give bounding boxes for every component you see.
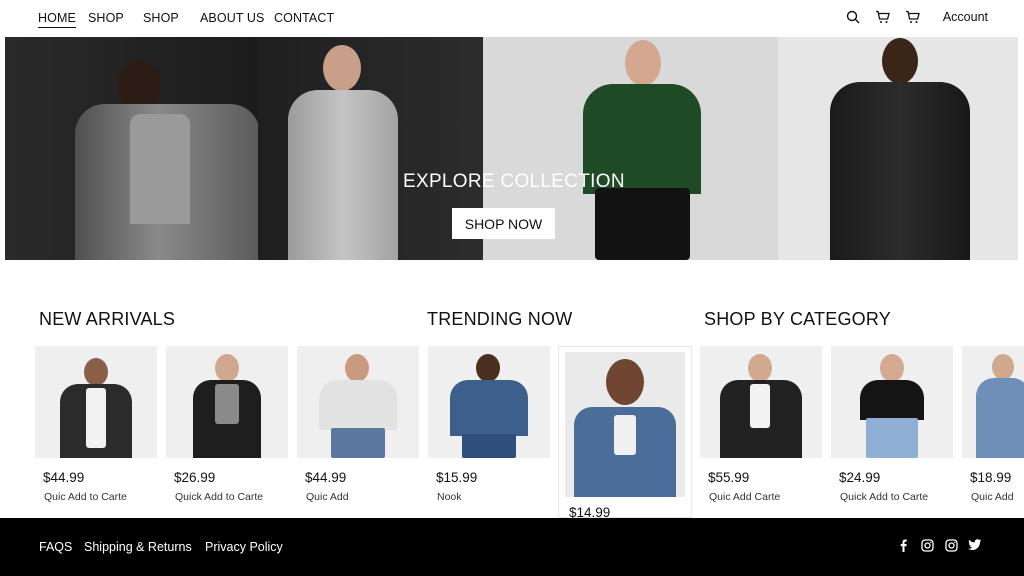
product-card[interactable]: $55.99 Quic Add Carte (700, 346, 822, 516)
quick-add-link[interactable]: Quic Add to Carte (44, 491, 127, 503)
product-card[interactable]: $15.99 Nook (428, 346, 550, 516)
product-price: $26.99 (174, 470, 216, 485)
quick-add-link[interactable]: Nook (437, 491, 462, 503)
nav-about-link[interactable]: ABOUT US (200, 11, 264, 25)
footer-shipping-link[interactable]: Shipping & Returns (84, 540, 192, 554)
nav-contact-link[interactable]: CONTACT (274, 11, 334, 25)
quick-add-link[interactable]: Quic Add (971, 491, 1014, 503)
instagram-icon[interactable] (944, 538, 958, 552)
quick-add-link[interactable]: Quic Add (306, 491, 349, 503)
product-price: $18.99 (970, 470, 1012, 485)
shop-now-button[interactable]: SHOP NOW (452, 208, 555, 239)
hero-banner: EXPLORE COLLECTION SHOP NOW (5, 37, 1018, 260)
trending-now-heading: TRENDING NOW (427, 309, 573, 329)
new-arrivals-heading: NEW ARRIVALS (39, 309, 176, 329)
quick-add-link[interactable]: Quick Add to Carte (840, 491, 928, 503)
product-price: $44.99 (43, 470, 85, 485)
instagram-icon[interactable] (920, 538, 934, 552)
cart-icon[interactable] (875, 9, 891, 25)
product-image (428, 346, 550, 458)
quick-add-link[interactable]: Quick Add to Carte (175, 491, 263, 503)
header-tools: Account (845, 9, 988, 25)
product-image (700, 346, 822, 458)
footer: FAQS Shipping & Returns Privacy Policy (0, 518, 1024, 576)
product-price: $24.99 (839, 470, 881, 485)
product-card[interactable]: $26.99 Quick Add to Carte (166, 346, 288, 516)
product-card[interactable]: $24.99 Quick Add to Carte (831, 346, 953, 516)
bag-icon[interactable] (905, 9, 921, 25)
nav-shop-link-2[interactable]: SHOP (143, 11, 179, 25)
footer-faqs-link[interactable]: FAQS (39, 540, 72, 554)
facebook-icon[interactable] (896, 538, 910, 552)
product-image (962, 346, 1024, 458)
hero-image-model-4 (778, 37, 1018, 260)
hero-title: EXPLORE COLLECTION (403, 171, 625, 192)
search-icon[interactable] (845, 9, 861, 25)
product-card[interactable]: $44.99 Quic Add to Carte (35, 346, 157, 516)
product-image (565, 352, 685, 497)
hero-image-model-2 (258, 37, 483, 260)
product-price: $15.99 (436, 470, 478, 485)
footer-privacy-link[interactable]: Privacy Policy (205, 540, 283, 554)
product-price: $55.99 (708, 470, 750, 485)
product-card[interactable]: $44.99 Quic Add (297, 346, 419, 516)
featured-product-card[interactable]: $14.99 (558, 346, 692, 520)
hero-image-model-1 (5, 37, 258, 260)
product-image (35, 346, 157, 458)
product-image (297, 346, 419, 458)
shop-by-category-heading: SHOP BY CATEGORY (704, 309, 891, 329)
social-links (896, 538, 982, 552)
product-image (166, 346, 288, 458)
nav-shop-link[interactable]: SHOP (88, 11, 124, 25)
nav-home-link[interactable]: HOME (38, 11, 76, 28)
account-link[interactable]: Account (943, 10, 988, 24)
top-navigation-bar: HOME SHOP SHOP ABOUT US CONTACT Account (0, 0, 1024, 36)
product-image (831, 346, 953, 458)
product-price: $44.99 (305, 470, 347, 485)
twitter-icon[interactable] (968, 538, 982, 552)
quick-add-link[interactable]: Quic Add Carte (709, 491, 780, 503)
product-card[interactable]: $18.99 Quic Add (962, 346, 1024, 516)
